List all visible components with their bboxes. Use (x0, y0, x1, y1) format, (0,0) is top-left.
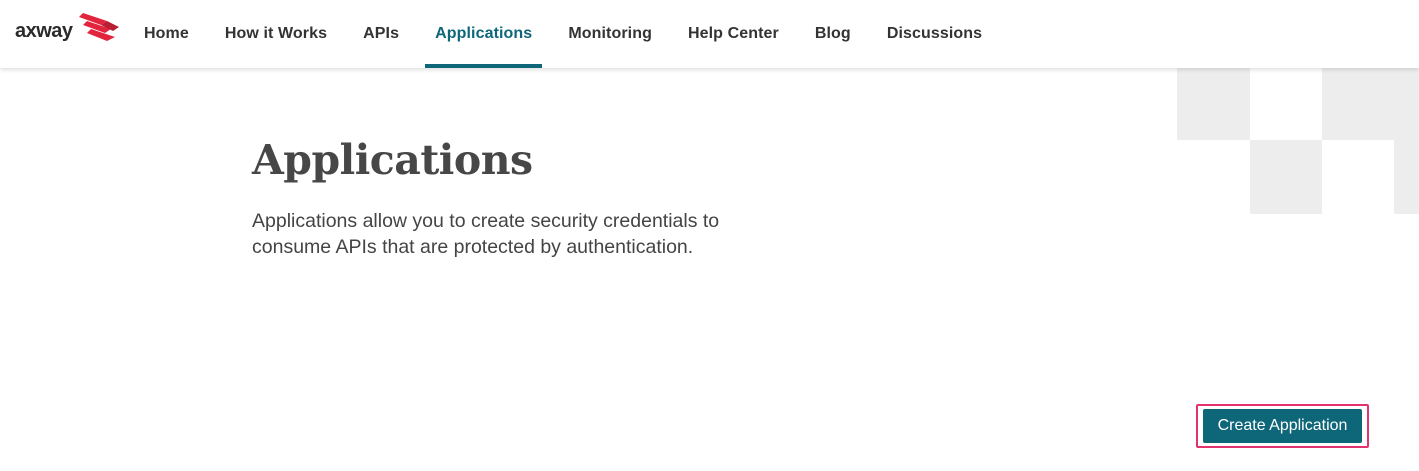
nav-blog[interactable]: Blog (797, 0, 869, 68)
nav-discussions[interactable]: Discussions (869, 0, 1000, 68)
decorative-square (1250, 140, 1322, 214)
logo-text: axway (15, 20, 73, 42)
page-description: Applications allow you to create securit… (252, 210, 720, 258)
nav-home[interactable]: Home (126, 0, 207, 68)
main-nav: Home How it Works APIs Applications Moni… (126, 0, 1000, 68)
create-button-highlight: Create Application (1196, 404, 1369, 448)
page-title: Applications (252, 136, 533, 184)
top-header: axway Home How it Works APIs Application… (0, 0, 1419, 68)
decorative-square (1177, 68, 1250, 140)
axway-logo[interactable]: axway (15, 13, 119, 45)
decorative-square (1322, 68, 1419, 140)
nav-applications[interactable]: Applications (417, 0, 550, 68)
nav-help-center[interactable]: Help Center (670, 0, 797, 68)
axway-chevron-icon (79, 13, 119, 41)
nav-how-it-works[interactable]: How it Works (207, 0, 345, 68)
nav-monitoring[interactable]: Monitoring (550, 0, 670, 68)
decorative-square (1394, 140, 1419, 214)
nav-apis[interactable]: APIs (345, 0, 417, 68)
create-application-button[interactable]: Create Application (1203, 409, 1362, 443)
